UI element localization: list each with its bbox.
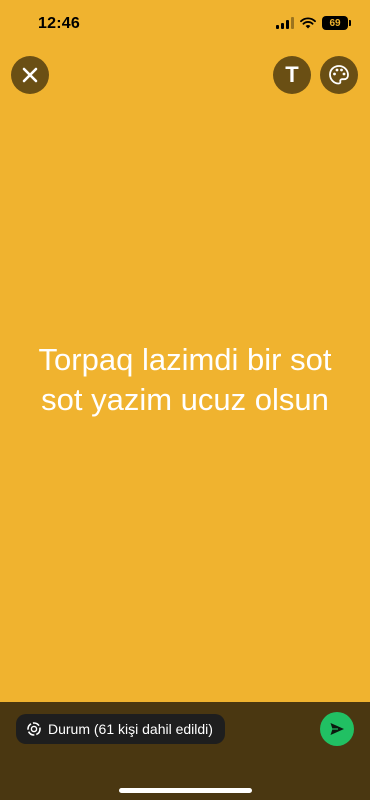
bottom-bar: Durum (61 kişi dahil edildi) — [0, 702, 370, 800]
send-button[interactable] — [320, 712, 354, 746]
status-ring-icon — [27, 722, 41, 736]
close-button[interactable] — [11, 56, 49, 94]
wifi-icon — [300, 17, 316, 29]
audience-selector[interactable]: Durum (61 kişi dahil edildi) — [16, 714, 225, 744]
battery-indicator: 69 — [322, 16, 351, 30]
home-indicator[interactable] — [119, 788, 252, 793]
close-icon — [22, 67, 38, 83]
color-palette-button[interactable] — [320, 56, 358, 94]
text-tool-button[interactable]: T — [273, 56, 311, 94]
story-text[interactable]: Torpaq lazimdi bir sot sot yazim ucuz ol… — [30, 340, 340, 420]
audience-label: Durum (61 kişi dahil edildi) — [48, 721, 213, 737]
palette-icon — [329, 65, 349, 85]
status-time: 12:46 — [38, 15, 80, 32]
status-bar: 12:46 69 — [0, 0, 370, 50]
cellular-signal-icon — [276, 17, 294, 29]
battery-level: 69 — [329, 17, 341, 29]
text-tool-label: T — [285, 62, 299, 87]
send-icon — [330, 723, 344, 735]
status-icons: 69 — [276, 16, 351, 30]
